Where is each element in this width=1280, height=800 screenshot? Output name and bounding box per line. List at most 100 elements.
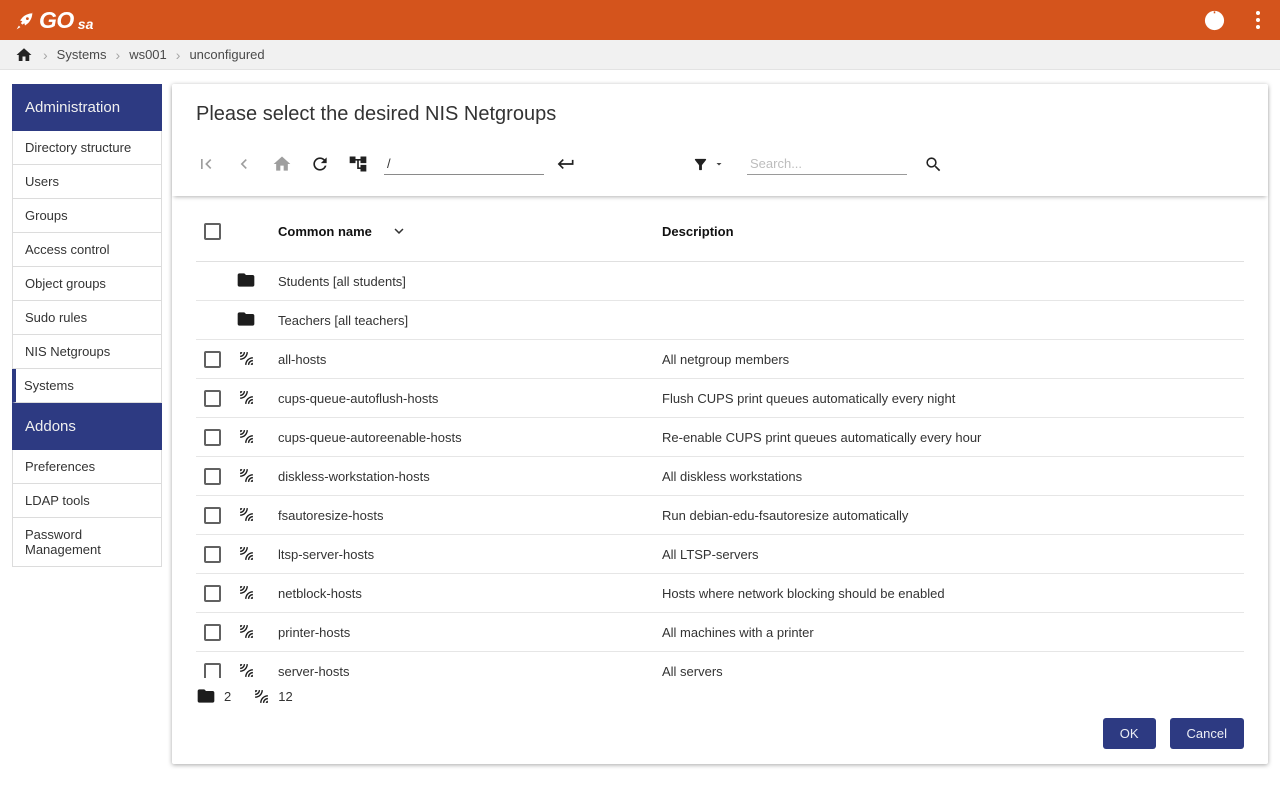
- sidebar-item-sudo-rules[interactable]: Sudo rules: [12, 301, 162, 335]
- row-name[interactable]: netblock-hosts: [278, 574, 662, 613]
- table-row-printer-hosts[interactable]: printer-hostsAll machines with a printer: [196, 613, 1244, 652]
- sidebar-item-access-control[interactable]: Access control: [12, 233, 162, 267]
- row-description: Re-enable CUPS print queues automaticall…: [662, 418, 1244, 457]
- sidebar-item-users[interactable]: Users: [12, 165, 162, 199]
- sidebar-item-nis-netgroups[interactable]: NIS Netgroups: [12, 335, 162, 369]
- back-icon[interactable]: [234, 154, 254, 174]
- netgroup-icon: [236, 465, 256, 485]
- row-description: All LTSP-servers: [662, 535, 1244, 574]
- table-row-fsautoresize-hosts[interactable]: fsautoresize-hostsRun debian-edu-fsautor…: [196, 496, 1244, 535]
- table-row-cups-queue-autoreenable-hosts[interactable]: cups-queue-autoreenable-hostsRe-enable C…: [196, 418, 1244, 457]
- row-name[interactable]: server-hosts: [278, 652, 662, 679]
- table-row-netblock-hosts[interactable]: netblock-hostsHosts where network blocki…: [196, 574, 1244, 613]
- logo-text-main: GO: [39, 9, 74, 32]
- topbar: GO sa: [0, 0, 1280, 40]
- dialog-actions: OK Cancel: [172, 714, 1268, 749]
- breadcrumb-item-ws001[interactable]: ws001: [129, 47, 167, 62]
- folder-icon: [236, 309, 256, 329]
- row-name[interactable]: Teachers [all teachers]: [278, 301, 662, 340]
- sidebar-item-directory-structure[interactable]: Directory structure: [12, 131, 162, 165]
- row-description: Flush CUPS print queues automatically ev…: [662, 379, 1244, 418]
- breadcrumb: › Systems › ws001 › unconfigured: [0, 40, 1280, 70]
- netgroup-count: 12: [278, 689, 292, 704]
- row-description: All machines with a printer: [662, 613, 1244, 652]
- sidebar-item-preferences[interactable]: Preferences: [12, 450, 162, 484]
- netgroup-table: Common name Description Students [all st…: [196, 196, 1244, 678]
- netgroup-icon: [236, 387, 256, 407]
- table-row-ltsp-server-hosts[interactable]: ltsp-server-hostsAll LTSP-servers: [196, 535, 1244, 574]
- row-checkbox[interactable]: [204, 351, 221, 368]
- base-path-input[interactable]: [384, 153, 544, 175]
- logo-text-sub: sa: [78, 17, 94, 32]
- dialog-header: Please select the desired NIS Netgroups: [172, 84, 1268, 196]
- sidebar-item-ldap-tools[interactable]: LDAP tools: [12, 484, 162, 518]
- table-row-all-hosts[interactable]: all-hostsAll netgroup members: [196, 340, 1244, 379]
- table-row-cups-queue-autoflush-hosts[interactable]: cups-queue-autoflush-hostsFlush CUPS pri…: [196, 379, 1244, 418]
- netgroup-list: Common name Description Students [all st…: [172, 196, 1268, 678]
- row-checkbox[interactable]: [204, 507, 221, 524]
- list-toolbar: [196, 152, 1244, 176]
- nis-netgroup-dialog: Please select the desired NIS Netgroups: [172, 84, 1268, 764]
- netgroup-icon: [236, 348, 256, 368]
- row-description: [662, 262, 1244, 301]
- row-description: All netgroup members: [662, 340, 1244, 379]
- sidebar-item-systems[interactable]: Systems: [12, 369, 162, 403]
- kebab-menu-icon[interactable]: [1250, 9, 1266, 31]
- row-description: Hosts where network blocking should be e…: [662, 574, 1244, 613]
- row-name[interactable]: fsautoresize-hosts: [278, 496, 662, 535]
- gosa-logo[interactable]: GO sa: [14, 9, 93, 32]
- cancel-button[interactable]: Cancel: [1170, 718, 1244, 749]
- table-row-students-all-students[interactable]: Students [all students]: [196, 262, 1244, 301]
- row-name[interactable]: Students [all students]: [278, 262, 662, 301]
- row-checkbox[interactable]: [204, 429, 221, 446]
- rocket-icon: [14, 11, 35, 32]
- table-row-server-hosts[interactable]: server-hostsAll servers: [196, 652, 1244, 679]
- row-checkbox[interactable]: [204, 624, 221, 641]
- filter-menu[interactable]: [692, 156, 725, 173]
- row-description: [662, 301, 1244, 340]
- breadcrumb-separator-icon: ›: [116, 48, 121, 62]
- object-counts-footer: 2 12: [172, 678, 1268, 714]
- tree-view-icon[interactable]: [348, 154, 368, 174]
- table-row-diskless-workstation-hosts[interactable]: diskless-workstation-hostsAll diskless w…: [196, 457, 1244, 496]
- home-icon[interactable]: [14, 45, 34, 65]
- row-checkbox[interactable]: [204, 663, 221, 678]
- breadcrumb-item-systems[interactable]: Systems: [57, 47, 107, 62]
- enter-icon[interactable]: [556, 154, 576, 174]
- netgroup-icon: [236, 543, 256, 563]
- search-icon[interactable]: [923, 154, 943, 174]
- sort-chevron-icon[interactable]: [390, 222, 408, 240]
- row-name[interactable]: all-hosts: [278, 340, 662, 379]
- filter-icon: [692, 156, 709, 173]
- breadcrumb-item-unconfigured[interactable]: unconfigured: [189, 47, 264, 62]
- row-description: Run debian-edu-fsautoresize automaticall…: [662, 496, 1244, 535]
- search-input[interactable]: [747, 153, 907, 175]
- breadcrumb-separator-icon: ›: [43, 48, 48, 62]
- sidebar-section-administration: Administration: [12, 84, 162, 131]
- row-checkbox[interactable]: [204, 546, 221, 563]
- table-row-teachers-all-teachers[interactable]: Teachers [all teachers]: [196, 301, 1244, 340]
- root-icon[interactable]: [196, 154, 216, 174]
- clock-icon[interactable]: [1203, 9, 1226, 32]
- folder-icon: [196, 686, 216, 706]
- row-name[interactable]: cups-queue-autoflush-hosts: [278, 379, 662, 418]
- row-checkbox[interactable]: [204, 390, 221, 407]
- sidebar-item-password-management[interactable]: Password Management: [12, 518, 162, 567]
- column-header-common-name: Common name: [278, 224, 372, 239]
- sidebar-item-groups[interactable]: Groups: [12, 199, 162, 233]
- select-all-checkbox[interactable]: [204, 223, 221, 240]
- row-name[interactable]: printer-hosts: [278, 613, 662, 652]
- home-base-icon[interactable]: [272, 154, 292, 174]
- row-description: All diskless workstations: [662, 457, 1244, 496]
- row-name[interactable]: ltsp-server-hosts: [278, 535, 662, 574]
- ok-button[interactable]: OK: [1103, 718, 1156, 749]
- refresh-icon[interactable]: [310, 154, 330, 174]
- row-checkbox[interactable]: [204, 585, 221, 602]
- sidebar-item-object-groups[interactable]: Object groups: [12, 267, 162, 301]
- netgroup-icon: [236, 426, 256, 446]
- breadcrumb-separator-icon: ›: [176, 48, 181, 62]
- row-name[interactable]: cups-queue-autoreenable-hosts: [278, 418, 662, 457]
- row-checkbox[interactable]: [204, 468, 221, 485]
- row-name[interactable]: diskless-workstation-hosts: [278, 457, 662, 496]
- netgroup-icon: [253, 688, 270, 705]
